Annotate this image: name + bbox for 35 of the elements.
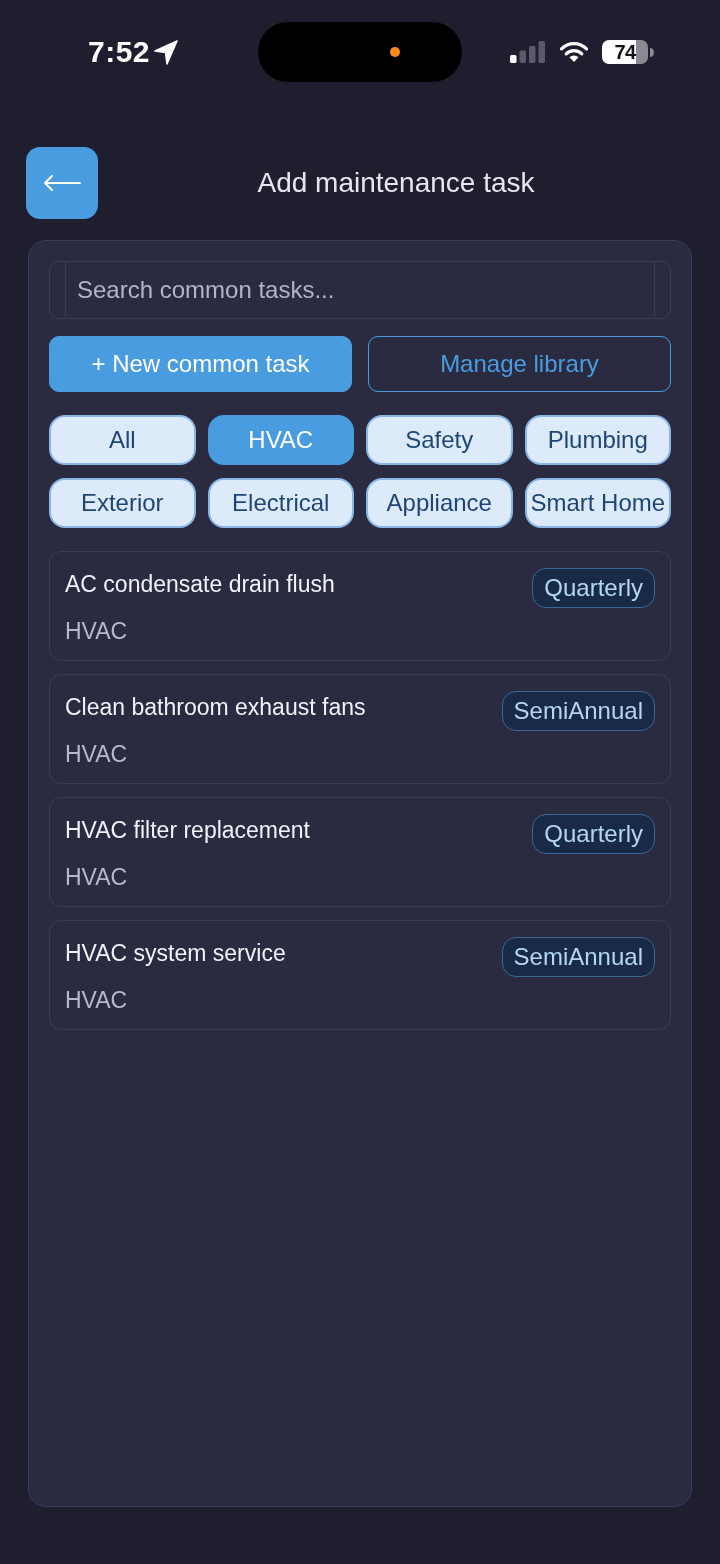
back-button[interactable] [26,147,98,219]
task-title: HVAC system service [65,939,286,967]
clock-time: 7:52 [88,35,151,69]
task-card[interactable]: AC condensate drain flush HVAC Quarterly [49,551,671,661]
task-category: HVAC [65,863,129,891]
task-category: HVAC [65,986,129,1014]
filter-chip[interactable]: Exterior [49,478,196,528]
filter-chip[interactable]: Plumbing [524,415,671,465]
filter-chip[interactable]: Electrical [207,478,354,528]
filter-chip[interactable]: Safety [366,415,513,465]
filter-chip[interactable]: Smart Home [524,478,671,528]
page-title: Add maintenance task [256,167,536,199]
back-arrow-icon [43,175,81,191]
frequency-badge: Quarterly [532,814,655,854]
task-card[interactable]: HVAC filter replacement HVAC Quarterly [49,797,671,907]
manage-library-button[interactable]: Manage library [368,336,671,392]
signal-icon [510,41,546,63]
task-title: Clean bathroom exhaust fans [65,693,366,721]
task-title: AC condensate drain flush [65,570,335,598]
filter-chip[interactable]: All [49,415,196,465]
task-title: HVAC filter replacement [65,816,310,844]
wifi-icon [559,41,589,63]
search-field[interactable]: Search common tasks... [49,261,671,319]
battery-indicator: 74 [602,40,648,64]
task-category: HVAC [65,740,129,768]
frequency-badge: SemiAnnual [501,937,655,977]
task-card[interactable]: HVAC system service HVAC SemiAnnual [49,920,671,1030]
task-card[interactable]: Clean bathroom exhaust fans HVAC SemiAnnual [49,674,671,784]
frequency-badge: Quarterly [532,568,655,608]
location-arrow-icon [154,39,179,65]
battery-tip-icon [650,47,654,57]
filter-chip[interactable]: Appliance [366,478,513,528]
frequency-badge: SemiAnnual [501,691,655,731]
dot-icon [390,47,400,57]
task-category: HVAC [65,617,129,645]
